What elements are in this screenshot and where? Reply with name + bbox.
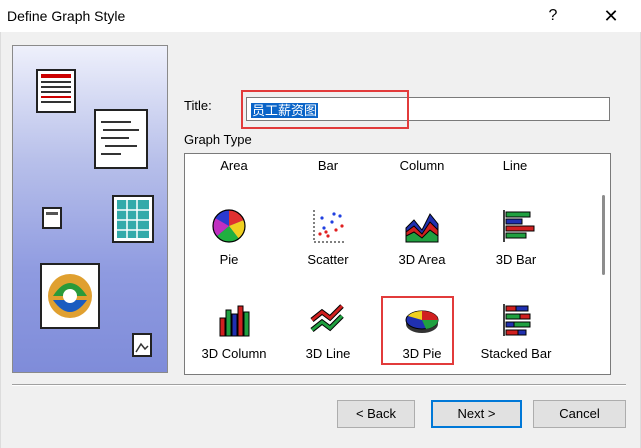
graph-type-3d-area[interactable]: 3D Area	[377, 206, 467, 286]
close-button[interactable]: ✕	[596, 2, 626, 30]
3d-pie-highlight-box	[381, 296, 454, 365]
window-title: Define Graph Style	[7, 8, 126, 24]
cancel-button[interactable]: Cancel	[533, 400, 626, 428]
graph-type-3d-line[interactable]: 3D Line	[283, 300, 373, 380]
3d-area-label: 3D Area	[398, 252, 446, 267]
graph-type-pie[interactable]: Pie	[184, 206, 274, 286]
3d-bar-label: 3D Bar	[495, 252, 537, 267]
3d-line-icon	[310, 304, 344, 332]
graph-type-column[interactable]: Column	[382, 158, 462, 173]
graph-type-line[interactable]: Line	[475, 158, 555, 173]
3d-column-label: 3D Column	[201, 346, 267, 361]
graph-type-bar[interactable]: Bar	[288, 158, 368, 173]
3d-bar-icon	[503, 210, 535, 242]
back-button[interactable]: < Back	[337, 400, 415, 428]
stacked-bar-label: Stacked Bar	[480, 346, 552, 361]
next-button[interactable]: Next >	[431, 400, 522, 428]
pie-label: Pie	[219, 252, 239, 267]
graph-type-3d-bar[interactable]: 3D Bar	[471, 206, 561, 286]
graph-type-scatter[interactable]: Scatter	[283, 206, 373, 286]
title-label: Title:	[184, 98, 212, 113]
graph-type-3d-column[interactable]: 3D Column	[189, 300, 279, 380]
stacked-bar-icon	[503, 304, 531, 336]
graph-type-area[interactable]: Area	[194, 158, 274, 173]
scatter-label: Scatter	[307, 252, 349, 267]
3d-column-icon	[219, 305, 250, 337]
help-button[interactable]: ?	[538, 2, 568, 30]
button-separator	[12, 384, 626, 386]
3d-area-icon	[405, 213, 439, 243]
title-bar: Define Graph Style ? ✕	[0, 0, 641, 32]
graph-type-label: Graph Type	[184, 132, 252, 147]
pie-icon	[212, 209, 246, 243]
3d-line-label: 3D Line	[305, 346, 351, 361]
title-highlight-box	[241, 90, 409, 129]
scatter-icon	[313, 210, 346, 243]
graph-type-stacked-bar[interactable]: Stacked Bar	[471, 300, 561, 380]
scrollbar-thumb[interactable]	[602, 195, 605, 275]
wizard-illustration	[12, 45, 168, 373]
wizard-art-icon	[36, 69, 154, 357]
